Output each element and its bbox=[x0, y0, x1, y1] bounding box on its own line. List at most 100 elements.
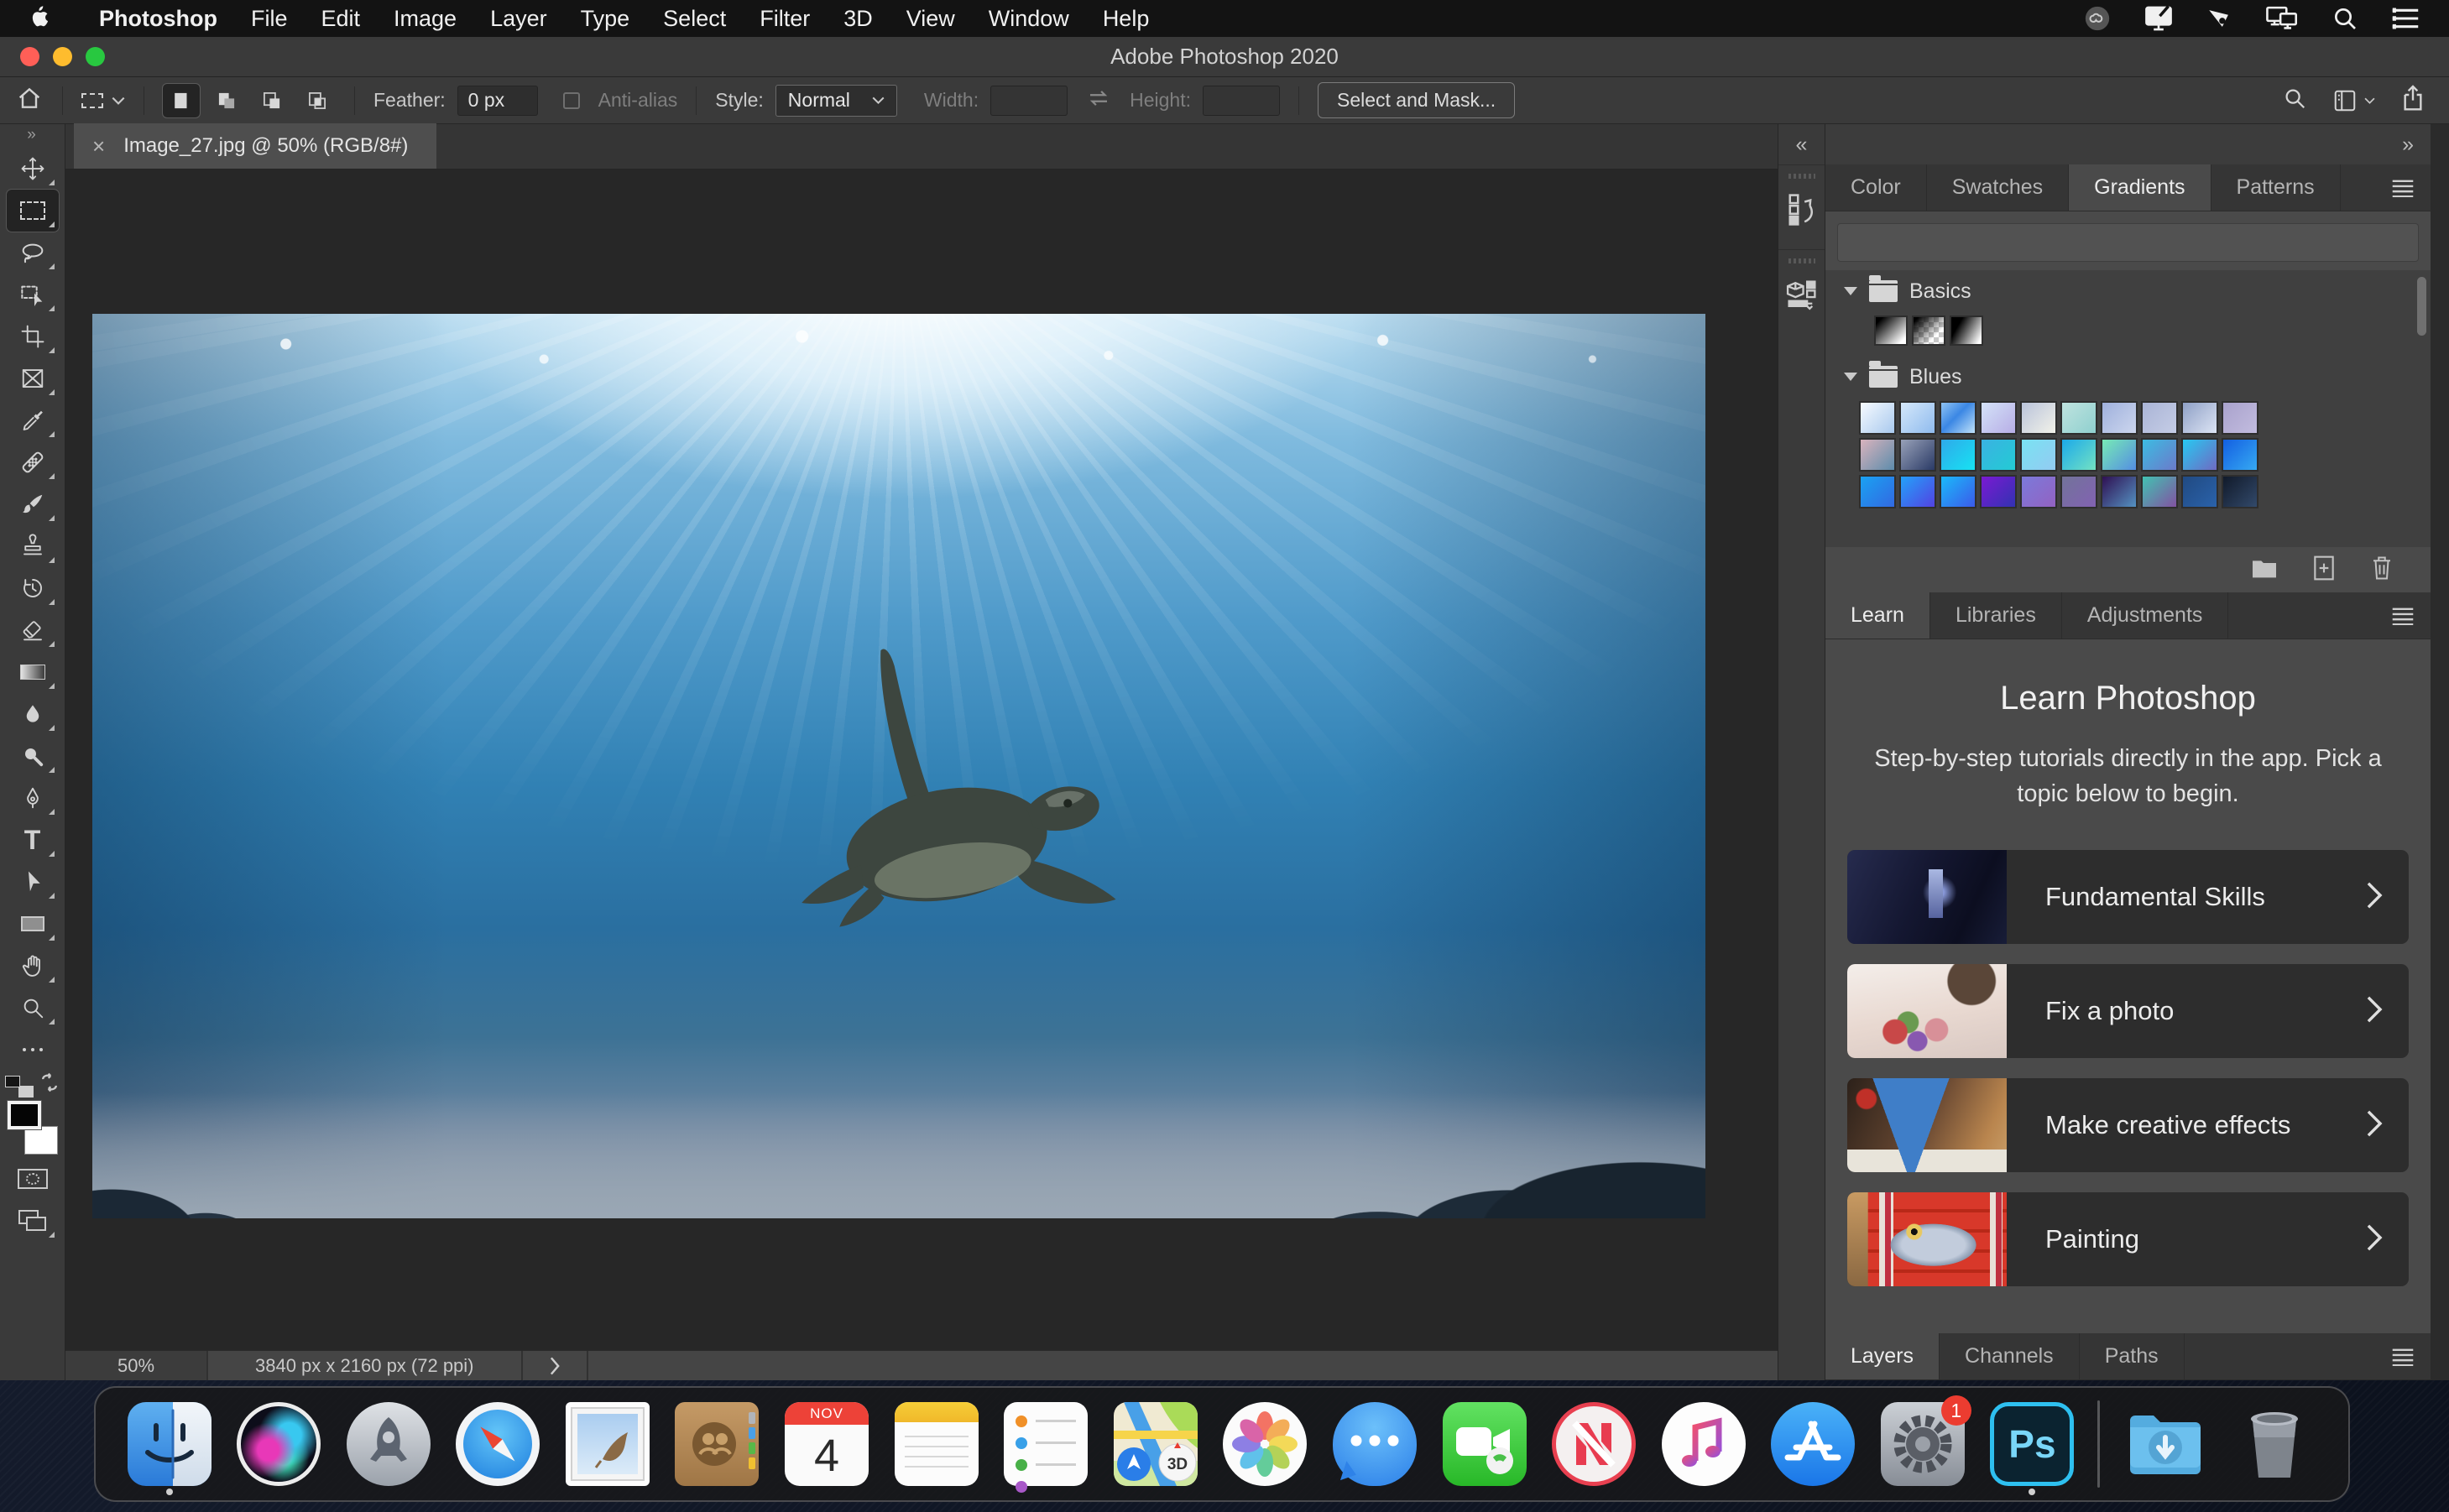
gradient-swatch[interactable] bbox=[1899, 475, 1936, 508]
subtract-from-selection-button[interactable] bbox=[253, 84, 290, 117]
gradient-swatch[interactable] bbox=[2141, 475, 2178, 508]
gradient-swatch[interactable] bbox=[1899, 438, 1936, 472]
rectangle-shape-tool[interactable] bbox=[7, 903, 59, 945]
dock-photoshop[interactable]: Ps bbox=[1987, 1394, 2076, 1495]
spot-healing-brush-tool[interactable] bbox=[7, 441, 59, 483]
sidecar-display-icon[interactable] bbox=[2144, 5, 2174, 32]
frame-tool[interactable] bbox=[7, 357, 59, 399]
select-and-mask-button[interactable]: Select and Mask... bbox=[1317, 82, 1516, 118]
tab-channels[interactable]: Channels bbox=[1940, 1333, 2080, 1379]
gradient-swatch[interactable] bbox=[1980, 438, 2017, 472]
panel-menu-icon[interactable] bbox=[2390, 592, 2431, 639]
dock-photos[interactable] bbox=[1220, 1394, 1309, 1494]
tab-paths[interactable]: Paths bbox=[2080, 1333, 2185, 1379]
tab-swatches[interactable]: Swatches bbox=[1927, 164, 2070, 211]
brush-tool[interactable] bbox=[7, 483, 59, 525]
gradient-swatch[interactable] bbox=[2060, 401, 2097, 435]
gradient-swatch[interactable] bbox=[2060, 438, 2097, 472]
gradient-search-input[interactable] bbox=[1837, 223, 2419, 262]
tab-learn[interactable]: Learn bbox=[1825, 592, 1930, 639]
tab-gradients[interactable]: Gradients bbox=[2069, 164, 2211, 211]
gradient-group-blues[interactable]: Blues bbox=[1825, 356, 2431, 398]
notification-list-icon[interactable] bbox=[2390, 6, 2420, 31]
status-options-chevron[interactable] bbox=[523, 1351, 588, 1380]
gradient-group-basics[interactable]: Basics bbox=[1825, 270, 2431, 312]
quick-mask-button[interactable] bbox=[7, 1158, 59, 1200]
share-icon[interactable] bbox=[2400, 84, 2426, 117]
rectangular-marquee-tool[interactable] bbox=[5, 189, 60, 232]
type-tool[interactable]: T bbox=[7, 819, 59, 861]
eyedropper-tool[interactable] bbox=[7, 399, 59, 441]
menu-window[interactable]: Window bbox=[972, 6, 1086, 32]
menu-select[interactable]: Select bbox=[646, 6, 743, 32]
dock-safari[interactable] bbox=[453, 1394, 542, 1494]
canvas-image[interactable] bbox=[92, 314, 1705, 1218]
zoom-tool[interactable] bbox=[7, 987, 59, 1029]
eraser-tool[interactable] bbox=[7, 609, 59, 651]
gradient-swatch[interactable] bbox=[2222, 401, 2258, 435]
anti-alias-checkbox[interactable] bbox=[562, 91, 580, 109]
gradient-swatch[interactable] bbox=[1980, 401, 2017, 435]
width-input[interactable] bbox=[990, 85, 1068, 116]
dock-reminders[interactable] bbox=[1001, 1394, 1090, 1494]
canvas-area[interactable]: 50% 3840 px x 2160 px (72 ppi) bbox=[65, 169, 1778, 1380]
gradient-swatch[interactable] bbox=[1859, 401, 1896, 435]
hand-tool[interactable] bbox=[7, 945, 59, 987]
panel-menu-icon[interactable] bbox=[2390, 1333, 2431, 1379]
search-icon[interactable] bbox=[2282, 86, 2307, 116]
creative-cloud-icon[interactable] bbox=[2083, 4, 2112, 33]
expand-panels-icon[interactable]: « bbox=[1796, 124, 1808, 164]
crop-tool[interactable] bbox=[7, 315, 59, 357]
menu-edit[interactable]: Edit bbox=[305, 6, 378, 32]
gradient-swatch[interactable] bbox=[1950, 315, 1983, 346]
new-selection-button[interactable] bbox=[162, 82, 201, 118]
blur-tool[interactable] bbox=[7, 693, 59, 735]
dock-downloads[interactable] bbox=[2121, 1394, 2210, 1494]
menu-view[interactable]: View bbox=[890, 6, 972, 32]
gradient-swatch[interactable] bbox=[1859, 438, 1896, 472]
add-to-selection-button[interactable] bbox=[208, 84, 245, 117]
apple-menu-icon[interactable] bbox=[29, 6, 50, 31]
dock-music[interactable] bbox=[1659, 1394, 1748, 1494]
tab-layers[interactable]: Layers bbox=[1825, 1333, 1940, 1379]
menu-filter[interactable]: Filter bbox=[743, 6, 827, 32]
dodge-tool[interactable] bbox=[7, 735, 59, 777]
gradient-swatch[interactable] bbox=[2101, 401, 2138, 435]
gradient-swatch[interactable] bbox=[1874, 315, 1908, 346]
screen-mode-button[interactable] bbox=[7, 1200, 59, 1242]
pen-tool[interactable] bbox=[7, 777, 59, 819]
gradient-swatch[interactable] bbox=[2101, 475, 2138, 508]
delete-trash-icon[interactable] bbox=[2370, 555, 2394, 585]
menu-layer[interactable]: Layer bbox=[473, 6, 564, 32]
gradient-swatch[interactable] bbox=[1899, 401, 1936, 435]
feather-input[interactable]: 0 px bbox=[457, 85, 538, 116]
dock-trash[interactable] bbox=[2230, 1394, 2319, 1494]
learn-card-make-creative-effects[interactable]: Make creative effects bbox=[1847, 1078, 2409, 1173]
path-selection-tool[interactable] bbox=[7, 861, 59, 903]
menu-file[interactable]: File bbox=[234, 6, 305, 32]
tab-patterns[interactable]: Patterns bbox=[2211, 164, 2341, 211]
gradient-swatch[interactable] bbox=[1940, 475, 1976, 508]
menu-image[interactable]: Image bbox=[377, 6, 473, 32]
clone-stamp-tool[interactable] bbox=[7, 525, 59, 567]
menu-3d[interactable]: 3D bbox=[827, 6, 890, 32]
move-tool[interactable] bbox=[7, 148, 59, 190]
foreground-background-swatches[interactable] bbox=[6, 1100, 60, 1155]
lasso-tool[interactable] bbox=[7, 232, 59, 274]
gradient-swatch[interactable] bbox=[2141, 438, 2178, 472]
gradient-swatch[interactable] bbox=[2141, 401, 2178, 435]
new-group-folder-icon[interactable] bbox=[2251, 556, 2278, 584]
gradient-swatch[interactable] bbox=[2020, 401, 2057, 435]
gradient-swatch[interactable] bbox=[2181, 475, 2218, 508]
dock-notes[interactable] bbox=[892, 1394, 981, 1494]
new-gradient-icon[interactable] bbox=[2311, 555, 2337, 586]
gradient-swatch[interactable] bbox=[2222, 475, 2258, 508]
toolbar-collapse-icon[interactable]: » bbox=[27, 124, 38, 148]
document-tab[interactable]: × Image_27.jpg @ 50% (RGB/8#) bbox=[74, 123, 437, 169]
learn-card-fundamental-skills[interactable]: Fundamental Skills bbox=[1847, 850, 2409, 945]
tab-libraries[interactable]: Libraries bbox=[1930, 592, 2062, 639]
gradient-swatch[interactable] bbox=[1940, 401, 1976, 435]
spotlight-search-icon[interactable] bbox=[2332, 5, 2358, 32]
menu-help[interactable]: Help bbox=[1086, 6, 1167, 32]
panel-menu-icon[interactable] bbox=[2390, 164, 2431, 211]
